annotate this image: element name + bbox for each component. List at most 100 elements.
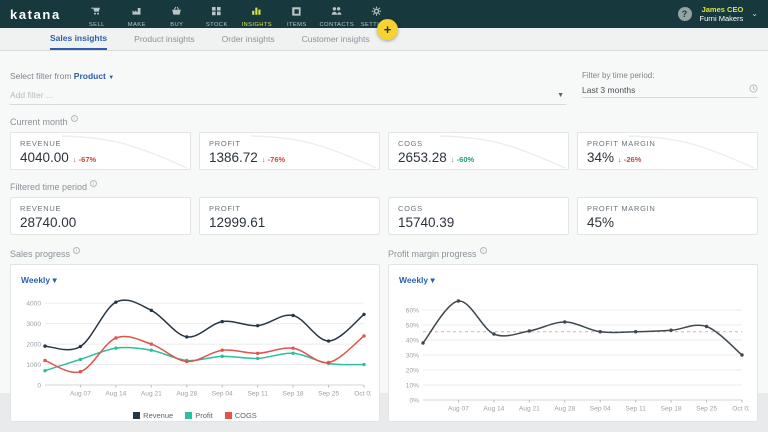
kpi-value-row: 34% ↓ -26% <box>587 150 748 165</box>
tab-product-insights[interactable]: Product insights <box>134 28 194 50</box>
cart-icon <box>91 3 102 21</box>
kpi-label: COGS <box>398 204 423 213</box>
series-line-cogs <box>44 335 365 374</box>
user-menu[interactable]: James CEO Furni Makers <box>700 5 744 23</box>
axis-tick-label: Aug 14 <box>483 406 504 413</box>
filter-source-dropdown[interactable]: Product <box>74 71 106 81</box>
axis-tick-label: Sep 04 <box>590 406 611 413</box>
add-button[interactable]: + <box>377 19 398 40</box>
kpi-card-revenue: REVENUE 28740.00 <box>10 197 191 235</box>
legend-item-profit[interactable]: Profit <box>185 411 213 420</box>
help-icon[interactable]: ? <box>677 7 692 21</box>
people-icon <box>331 3 342 21</box>
chevron-down-icon[interactable]: ▼ <box>555 92 566 99</box>
section-heading: Profit margin progress i <box>388 247 758 259</box>
axis-tick-label: Oct 02 <box>732 406 749 413</box>
kpi-label: PROFIT MARGIN <box>587 139 656 148</box>
user-company: Furni Makers <box>699 14 744 23</box>
filter-right: Filter by time period: Last 3 months <box>582 71 758 105</box>
nav-item-stock[interactable]: STOCK <box>197 1 237 28</box>
kpi-label: REVENUE <box>20 139 62 148</box>
axis-tick-label: 20% <box>406 367 419 374</box>
info-icon: i <box>479 247 487 254</box>
nav-item-insights[interactable]: INSIGHTS <box>237 1 277 28</box>
tab-sales-insights[interactable]: Sales insights <box>50 28 108 50</box>
axis-tick-label: 50% <box>406 322 419 329</box>
section-heading: Filtered time period i <box>10 180 758 192</box>
kpi-value: 28740.00 <box>20 215 77 230</box>
kpi-value: 15740.39 <box>398 215 455 230</box>
legend-item-revenue[interactable]: Revenue <box>133 411 173 420</box>
section-heading: Current month i <box>10 115 758 127</box>
chart-title: Profit margin progress <box>388 249 477 259</box>
nav-item-label: ITEMS <box>286 21 307 28</box>
nav-item-sell[interactable]: SELL <box>77 1 117 28</box>
kpi-value-row: 12999.61 <box>209 215 370 230</box>
add-filter-input[interactable] <box>10 87 556 103</box>
add-filter-field: ▼ <box>10 87 566 105</box>
nav-item-buy[interactable]: BUY <box>157 1 197 28</box>
kpi-card-cogs: COGS 2653.28 ↓ -60% <box>388 132 569 170</box>
legend-label: Profit <box>195 411 213 420</box>
insights-tabstrip: Sales insights Product insights Order insi… <box>0 19 768 51</box>
kpi-value-row: 4040.00 ↓ -67% <box>20 150 181 165</box>
nav-item-label: CONTACTS <box>319 21 355 28</box>
axis-tick-label: Aug 07 <box>448 406 469 413</box>
kpi-label: PROFIT MARGIN <box>587 204 656 213</box>
kpi-value-row: 1386.72 ↓ -76% <box>209 150 370 165</box>
nav-item-make[interactable]: MAKE <box>117 1 157 28</box>
kpi-value: 2653.28 <box>398 150 447 165</box>
tab-customer-insights[interactable]: Customer insights <box>302 28 370 50</box>
axis-tick-label: 40% <box>406 337 419 344</box>
kpi-value-row: 28740.00 <box>20 215 181 230</box>
kpi-section-current-month: Current month i REVENUE 4040.00 ↓ -67% PROFIT… <box>10 115 758 170</box>
axis-tick-label: Sep 11 <box>625 406 646 413</box>
section-title: Filtered time period <box>10 182 88 192</box>
time-period-select[interactable]: Last 3 months <box>582 84 758 98</box>
kpi-value: 45% <box>587 215 615 230</box>
axis-tick-label: 30% <box>406 352 419 359</box>
charts-area: Sales progress i Weekly ▾ 0 1000 2000 3000 4000… <box>10 237 758 422</box>
kpi-value-row: 2653.28 ↓ -60% <box>398 150 559 165</box>
nav-item-contacts[interactable]: CONTACTS <box>317 1 357 28</box>
kpi-section-filtered-time-period: Filtered time period i REVENUE 28740.00 PROF… <box>10 180 758 235</box>
period-dropdown[interactable]: Weekly ▾ <box>21 275 57 286</box>
chart-plot-sales-progress: 0 1000 2000 3000 4000 Aug 07 Aug 14 Aug 21 Aug 2… <box>26 299 374 398</box>
chart-section-profit-margin-progress: Profit margin progress i Weekly ▾ 0% 10% 20% 3… <box>388 237 758 422</box>
clock-icon[interactable] <box>749 84 758 95</box>
legend-swatch <box>133 412 141 419</box>
content-area: Select filter from Product ▼ ▼ Filter by… <box>0 51 768 422</box>
axis-tick-label: 1000 <box>26 362 41 369</box>
tab-order-insights[interactable]: Order insights <box>222 28 275 50</box>
info-icon: i <box>90 180 98 187</box>
kpi-row: REVENUE 28740.00 PROFIT 12999.61 COGS 15740.3… <box>10 197 758 235</box>
kpi-value: 34% <box>587 150 615 165</box>
kpi-delta: ↓ -60% <box>450 155 475 164</box>
axis-tick-label: 4000 <box>26 301 41 308</box>
nav-item-label: BUY <box>170 21 184 28</box>
axis-tick-label: Sep 25 <box>696 406 717 413</box>
chart-legend: Revenue Profit COGS <box>19 408 371 423</box>
section-title: Current month <box>10 117 68 127</box>
legend-item-cogs[interactable]: COGS <box>224 411 257 420</box>
chart-card-sales-progress: Weekly ▾ 0 1000 2000 3000 4000 Aug 07 Aug 14 Aug… <box>10 264 380 422</box>
kpi-row: REVENUE 4040.00 ↓ -67% PROFIT 1386.72 ↓ -76% C… <box>10 132 758 170</box>
nav-item-items[interactable]: ITEMS <box>277 1 317 28</box>
axis-tick-label: 2000 <box>26 341 41 348</box>
axis-tick-label: Aug 21 <box>519 406 540 413</box>
kpi-delta: ↓ -76% <box>261 155 286 164</box>
kpi-card-profit-margin: PROFIT MARGIN 45% <box>577 197 758 235</box>
chevron-down-icon[interactable]: ⌄ <box>751 9 758 18</box>
kpi-card-revenue: REVENUE 4040.00 ↓ -67% <box>10 132 191 170</box>
grid-icon <box>211 3 222 21</box>
series-line-revenue <box>44 299 365 351</box>
kpi-sections: Current month i REVENUE 4040.00 ↓ -67% PROFIT… <box>10 115 758 235</box>
select-filter-label: Select filter from <box>10 71 72 81</box>
legend-swatch <box>185 412 193 419</box>
chevron-down-icon: ▼ <box>108 75 115 81</box>
axis-tick-label: Sep 11 <box>247 391 268 398</box>
katana-logo: katana <box>10 6 61 22</box>
period-dropdown[interactable]: Weekly ▾ <box>399 275 435 286</box>
axis-tick-label: Sep 25 <box>318 391 339 398</box>
axis-tick-label: 0% <box>409 397 419 404</box>
